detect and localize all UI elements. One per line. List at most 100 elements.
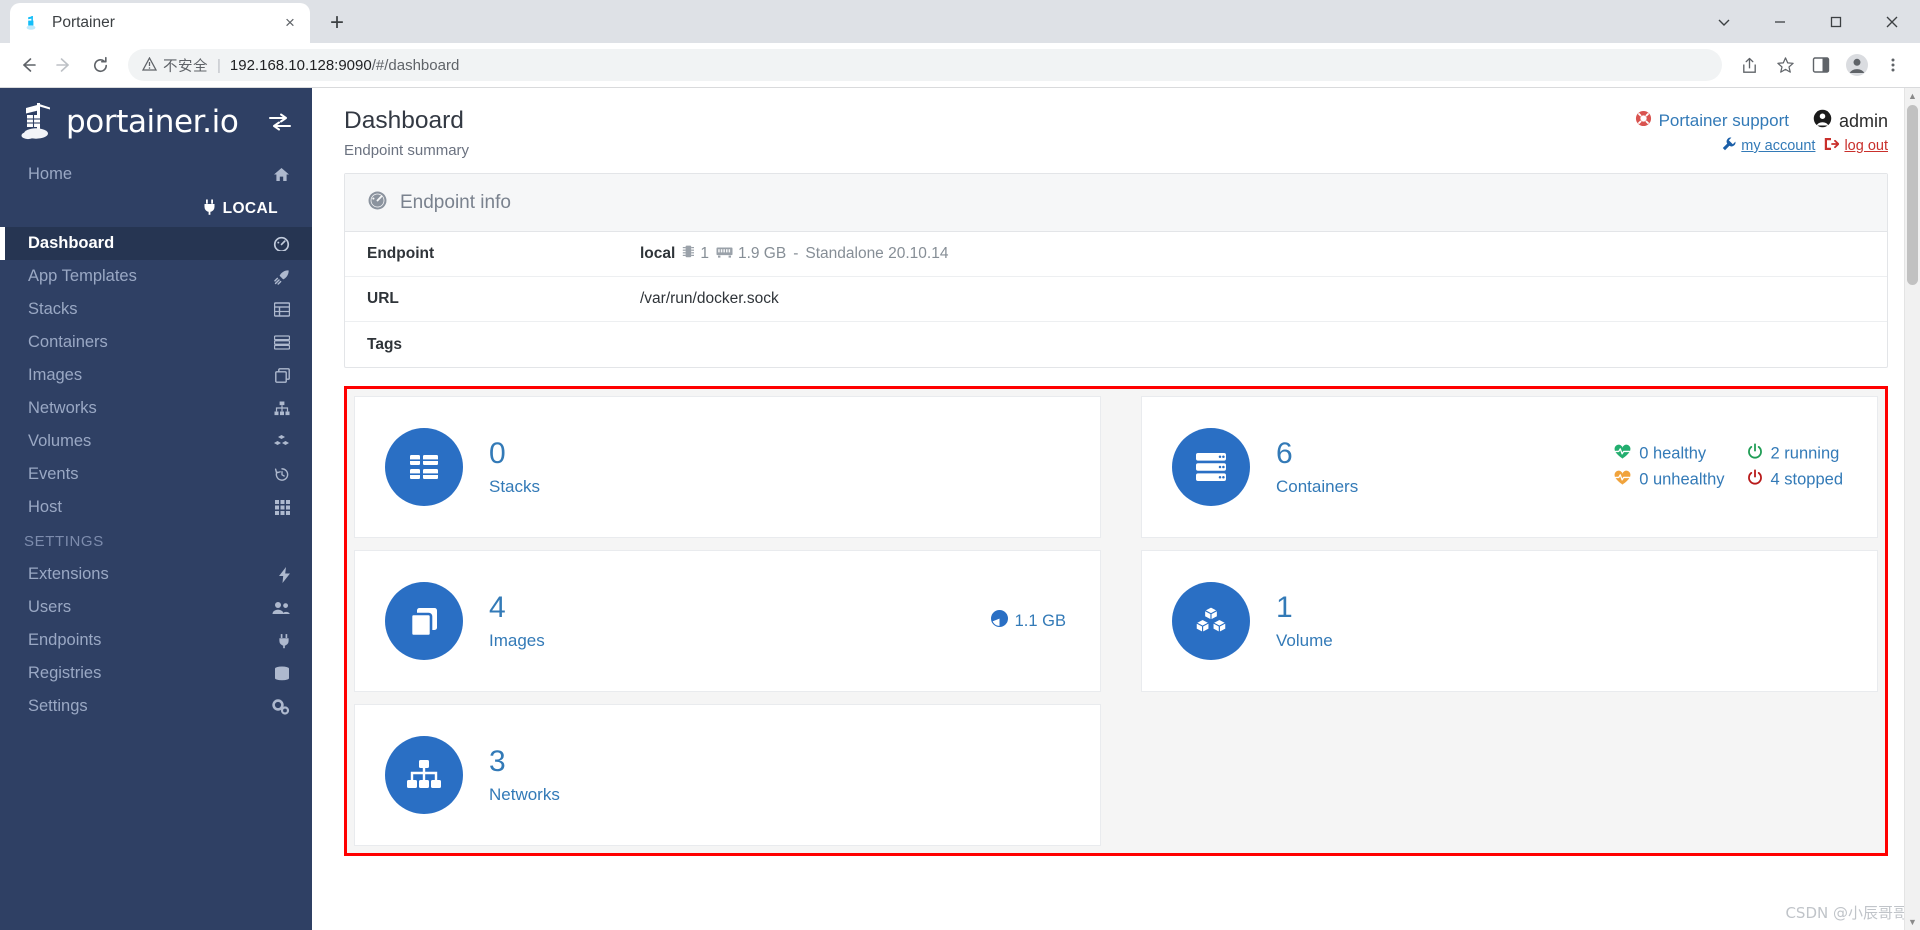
volumes-card[interactable]: 1 Volume: [1141, 550, 1878, 693]
rocket-icon: [274, 269, 290, 285]
sidebar-item-networks[interactable]: Networks: [0, 392, 312, 425]
back-icon[interactable]: [10, 47, 46, 83]
user-circle-icon: [1813, 109, 1832, 133]
portainer-support-link[interactable]: Portainer support: [1635, 110, 1789, 132]
portainer-favicon-icon: [24, 14, 42, 32]
dashboard-cards-right-column: 6 Containers 0 healthy 2 running 0 unhea…: [1141, 396, 1878, 846]
scroll-down-arrow-icon[interactable]: ▼: [1905, 914, 1920, 930]
networks-card[interactable]: 3 Networks: [354, 704, 1101, 847]
collapse-sidebar-icon[interactable]: [268, 112, 292, 132]
url-host: 192.168.10.128:9090: [229, 56, 372, 74]
containers-card-icon: [1172, 428, 1250, 507]
sidebar-item-extensions[interactable]: Extensions: [0, 558, 312, 591]
networks-count: 3: [489, 745, 506, 779]
user-menu[interactable]: admin: [1813, 109, 1888, 133]
sidebar-item-events[interactable]: Events: [0, 458, 312, 491]
images-card-icon: [385, 582, 463, 661]
sidebar-item-label: Host: [28, 498, 62, 516]
scroll-up-arrow-icon[interactable]: ▲: [1905, 88, 1920, 104]
brand-name: portainer.io: [66, 104, 239, 140]
sidebar-environment-label: LOCAL: [0, 191, 312, 227]
endpoint-mode: Standalone 20.10.14: [805, 245, 949, 263]
containers-card-text: 6 Containers: [1276, 438, 1358, 497]
sidebar-item-label: Extensions: [28, 565, 109, 583]
containers-count: 6: [1276, 437, 1293, 471]
endpoint-row-label: Endpoint: [367, 245, 435, 263]
sidebar-item-host[interactable]: Host: [0, 491, 312, 524]
sidebar: portainer.io Home LOCAL Dashboard App Te…: [0, 88, 312, 930]
toolbar-icon-group: [1732, 48, 1910, 82]
share-icon[interactable]: [1732, 48, 1766, 82]
tab-close-icon[interactable]: ×: [278, 11, 302, 35]
bookmark-star-icon[interactable]: [1768, 48, 1802, 82]
containers-running-stat: 2 running: [1747, 443, 1843, 465]
reload-icon[interactable]: [82, 47, 118, 83]
stacks-card[interactable]: 0 Stacks: [354, 396, 1101, 539]
images-icon: [275, 368, 290, 383]
profile-icon[interactable]: [1840, 48, 1874, 82]
address-bar-url: 192.168.10.128:9090/#/dashboard: [230, 57, 459, 74]
endpoint-row: Endpoint local 1 1.9 GB - Standalone 20.…: [345, 232, 1887, 278]
images-card[interactable]: 4 Images 1.1 GB: [354, 550, 1101, 693]
sidebar-item-label: Dashboard: [28, 234, 115, 252]
side-panel-icon[interactable]: [1804, 48, 1838, 82]
volumes-card-icon: [1172, 582, 1250, 661]
sidebar-item-settings[interactable]: Settings: [0, 690, 312, 723]
window-maximize-icon[interactable]: [1808, 0, 1864, 43]
address-bar[interactable]: 不安全 | 192.168.10.128:9090/#/dashboard: [128, 49, 1722, 81]
header-links-row: my account log out: [1635, 137, 1888, 155]
sidebar-item-label: Home: [28, 165, 73, 183]
page-header-right: Portainer support admin my account log o…: [1635, 106, 1888, 155]
sidebar-item-app-templates[interactable]: App Templates: [0, 260, 312, 293]
memory-icon: [716, 245, 733, 263]
new-tab-button[interactable]: +: [320, 6, 354, 40]
browser-tabstrip: Portainer × +: [0, 0, 1920, 43]
window-more-icon[interactable]: [1696, 0, 1752, 43]
bolt-icon: [279, 566, 290, 583]
url-row: URL /var/run/docker.sock: [345, 277, 1887, 323]
stacks-icon: [274, 302, 290, 317]
lifebuoy-icon: [1635, 110, 1652, 132]
sidebar-item-stacks[interactable]: Stacks: [0, 293, 312, 326]
my-account-link[interactable]: my account: [1722, 137, 1815, 155]
containers-card[interactable]: 6 Containers 0 healthy 2 running 0 unhea…: [1141, 396, 1878, 539]
endpoint-url: /var/run/docker.sock: [640, 290, 779, 308]
warning-triangle-icon: [141, 56, 158, 74]
sidebar-item-endpoints[interactable]: Endpoints: [0, 624, 312, 657]
scroll-thumb[interactable]: [1907, 105, 1918, 285]
sidebar-item-home[interactable]: Home: [0, 158, 312, 191]
endpoint-separator: -: [793, 245, 799, 263]
sidebar-item-users[interactable]: Users: [0, 591, 312, 624]
sidebar-item-label: App Templates: [28, 267, 137, 285]
endpoint-cpu-value: 1: [700, 245, 709, 263]
main-content: Dashboard Endpoint summary Portainer sup…: [312, 88, 1920, 930]
gears-icon: [272, 698, 290, 715]
forward-icon[interactable]: [46, 47, 82, 83]
window-close-icon[interactable]: [1864, 0, 1920, 43]
endpoint-name: local: [640, 245, 676, 263]
pie-chart-icon: [990, 610, 1008, 632]
volumes-label: Volume: [1276, 630, 1333, 650]
sidebar-item-label: Networks: [28, 399, 97, 417]
containers-unhealthy-text: 0 unhealthy: [1639, 470, 1725, 489]
sidebar-item-volumes[interactable]: Volumes: [0, 425, 312, 458]
dashboard-cards-left-column: 0 Stacks 4 Images 1.1 GB 3 Networks: [354, 396, 1101, 847]
sidebar-item-registries[interactable]: Registries: [0, 657, 312, 690]
sidebar-item-dashboard[interactable]: Dashboard: [0, 227, 312, 260]
more-menu-icon[interactable]: [1876, 48, 1910, 82]
log-out-link[interactable]: log out: [1824, 137, 1888, 155]
brand-header: portainer.io: [0, 88, 312, 156]
omnibox-separator: |: [217, 56, 221, 74]
containers-healthy-text: 0 healthy: [1639, 444, 1707, 463]
sidebar-item-containers[interactable]: Containers: [0, 326, 312, 359]
host-grid-icon: [275, 500, 290, 515]
endpoint-info-title: Endpoint info: [400, 191, 511, 213]
tags-row: Tags: [345, 322, 1887, 367]
sidebar-nav: Home LOCAL Dashboard App Templates Stack…: [0, 156, 312, 723]
page-scrollbar[interactable]: ▲ ▼: [1904, 88, 1920, 930]
browser-tab[interactable]: Portainer ×: [10, 3, 310, 43]
page-header-left: Dashboard Endpoint summary: [344, 106, 469, 159]
sidebar-item-images[interactable]: Images: [0, 359, 312, 392]
networks-icon: [274, 401, 290, 416]
window-minimize-icon[interactable]: [1752, 0, 1808, 43]
